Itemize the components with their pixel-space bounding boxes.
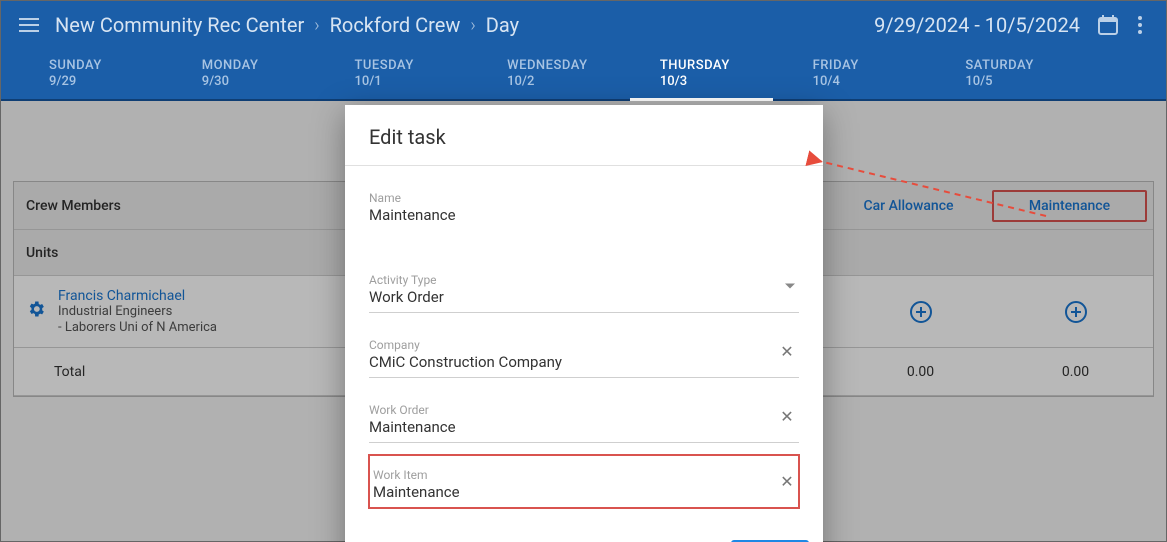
day-tab-fri[interactable]: FRIDAY10/4 [813, 49, 966, 99]
close-icon[interactable]: ✕ [777, 471, 797, 491]
day-tab-sun[interactable]: SUNDAY9/29 [49, 49, 202, 99]
breadcrumb-item[interactable]: New Community Rec Center [55, 13, 304, 37]
field-activity-type[interactable]: Activity Type Work Order [369, 260, 799, 313]
day-tab-tue[interactable]: TUESDAY10/1 [354, 49, 507, 99]
calendar-icon[interactable] [1092, 9, 1124, 41]
day-tab-thu[interactable]: THURSDAY10/3 [660, 49, 813, 99]
breadcrumb-item[interactable]: Day [486, 13, 519, 37]
breadcrumb-item[interactable]: Rockford Crew [330, 13, 461, 37]
chevron-down-icon[interactable] [785, 284, 795, 289]
day-tabs: SUNDAY9/29 MONDAY9/30 TUESDAY10/1 WEDNES… [1, 49, 1166, 101]
more-vert-icon[interactable] [1124, 9, 1156, 41]
field-work-item[interactable]: Work Item Maintenance ✕ [369, 455, 799, 508]
menu-icon[interactable] [11, 7, 47, 43]
field-work-order[interactable]: Work Order Maintenance ✕ [369, 390, 799, 443]
edit-task-dialog: Edit task Name Maintenance Activity Type… [345, 105, 823, 542]
day-tab-sat[interactable]: SATURDAY10/5 [965, 49, 1118, 99]
day-tab-wed[interactable]: WEDNESDAY10/2 [507, 49, 660, 99]
breadcrumb: New Community Rec Center › Rockford Crew… [55, 13, 519, 37]
field-company[interactable]: Company CMiC Construction Company ✕ [369, 325, 799, 378]
close-icon[interactable]: ✕ [777, 341, 797, 361]
close-icon[interactable]: ✕ [777, 406, 797, 426]
app-toolbar: New Community Rec Center › Rockford Crew… [1, 1, 1166, 49]
day-tab-mon[interactable]: MONDAY9/30 [202, 49, 355, 99]
dialog-title: Edit task [345, 105, 823, 166]
date-range: 9/29/2024 - 10/5/2024 [874, 13, 1080, 37]
field-name[interactable]: Name Maintenance [369, 178, 799, 230]
